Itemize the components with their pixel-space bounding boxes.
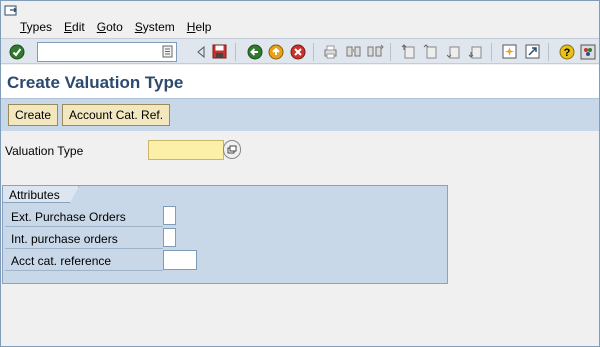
title-area: Create Valuation Type bbox=[1, 65, 599, 98]
toolbar-separator bbox=[235, 43, 236, 61]
menu-item-system[interactable]: System bbox=[135, 20, 175, 34]
acct-cat-reference-label: Acct cat. reference bbox=[11, 254, 112, 268]
toolbar-separator bbox=[548, 43, 549, 61]
row-underline bbox=[5, 248, 163, 249]
find-icon[interactable] bbox=[345, 43, 362, 60]
command-field[interactable] bbox=[37, 42, 177, 62]
toolbar-separator bbox=[491, 43, 492, 61]
previous-page-icon[interactable] bbox=[422, 43, 439, 60]
toolbar-separator bbox=[313, 43, 314, 61]
customize-layout-icon[interactable] bbox=[579, 43, 596, 60]
attributes-group: Attributes Ext. Purchase Orders Int. pur… bbox=[2, 185, 448, 284]
create-button[interactable]: Create bbox=[8, 104, 59, 126]
menu-item-goto[interactable]: Goto bbox=[97, 20, 123, 34]
standard-toolbar: ? bbox=[1, 38, 599, 64]
save-icon[interactable] bbox=[211, 43, 228, 60]
int-purchase-orders-label: Int. purchase orders bbox=[11, 232, 118, 246]
menu: Types Edit Goto System Help bbox=[20, 20, 223, 34]
print-icon[interactable] bbox=[322, 43, 339, 60]
shortcut-icon[interactable] bbox=[524, 43, 541, 60]
attributes-group-title: Attributes bbox=[9, 188, 60, 202]
next-page-icon[interactable] bbox=[445, 43, 462, 60]
create-session-icon[interactable] bbox=[501, 43, 518, 60]
command-dropdown-icon[interactable] bbox=[162, 45, 174, 59]
exit-icon[interactable] bbox=[267, 43, 284, 60]
toolbar-separator bbox=[390, 43, 391, 61]
menu-bar: Types Edit Goto System Help bbox=[1, 1, 599, 37]
enter-icon[interactable] bbox=[8, 43, 25, 60]
sap-window: Types Edit Goto System Help ? Create Val… bbox=[0, 0, 600, 347]
system-menu-icon[interactable] bbox=[4, 5, 18, 17]
ext-purchase-orders-checkbox[interactable] bbox=[163, 206, 176, 225]
valuation-type-label: Valuation Type bbox=[5, 144, 84, 158]
application-toolbar: Create Account Cat. Ref. bbox=[1, 98, 599, 131]
page-title: Create Valuation Type bbox=[7, 73, 184, 92]
menu-item-edit[interactable]: Edit bbox=[64, 20, 85, 34]
account-cat-ref-button[interactable]: Account Cat. Ref. bbox=[62, 104, 171, 126]
back-icon[interactable] bbox=[246, 43, 263, 60]
menu-item-types[interactable]: Types bbox=[20, 20, 52, 34]
command-input[interactable] bbox=[40, 44, 160, 60]
cancel-icon[interactable] bbox=[289, 43, 306, 60]
acct-cat-reference-input[interactable] bbox=[165, 252, 195, 268]
last-page-icon[interactable] bbox=[467, 43, 484, 60]
value-help-button[interactable] bbox=[223, 140, 241, 159]
row-underline bbox=[5, 226, 163, 227]
int-purchase-orders-checkbox[interactable] bbox=[163, 228, 176, 247]
valuation-type-input[interactable] bbox=[150, 142, 222, 158]
acct-cat-reference-field[interactable] bbox=[163, 250, 197, 270]
find-next-icon[interactable] bbox=[367, 43, 384, 60]
value-help-icon bbox=[227, 145, 237, 154]
ext-purchase-orders-label: Ext. Purchase Orders bbox=[11, 210, 126, 224]
row-underline bbox=[5, 270, 163, 271]
menu-item-help[interactable]: Help bbox=[187, 20, 212, 34]
valuation-type-field[interactable] bbox=[148, 140, 224, 160]
first-page-icon[interactable] bbox=[400, 43, 417, 60]
svg-text:?: ? bbox=[563, 47, 570, 59]
back-nav-icon[interactable] bbox=[192, 43, 209, 60]
help-icon[interactable]: ? bbox=[558, 43, 575, 60]
